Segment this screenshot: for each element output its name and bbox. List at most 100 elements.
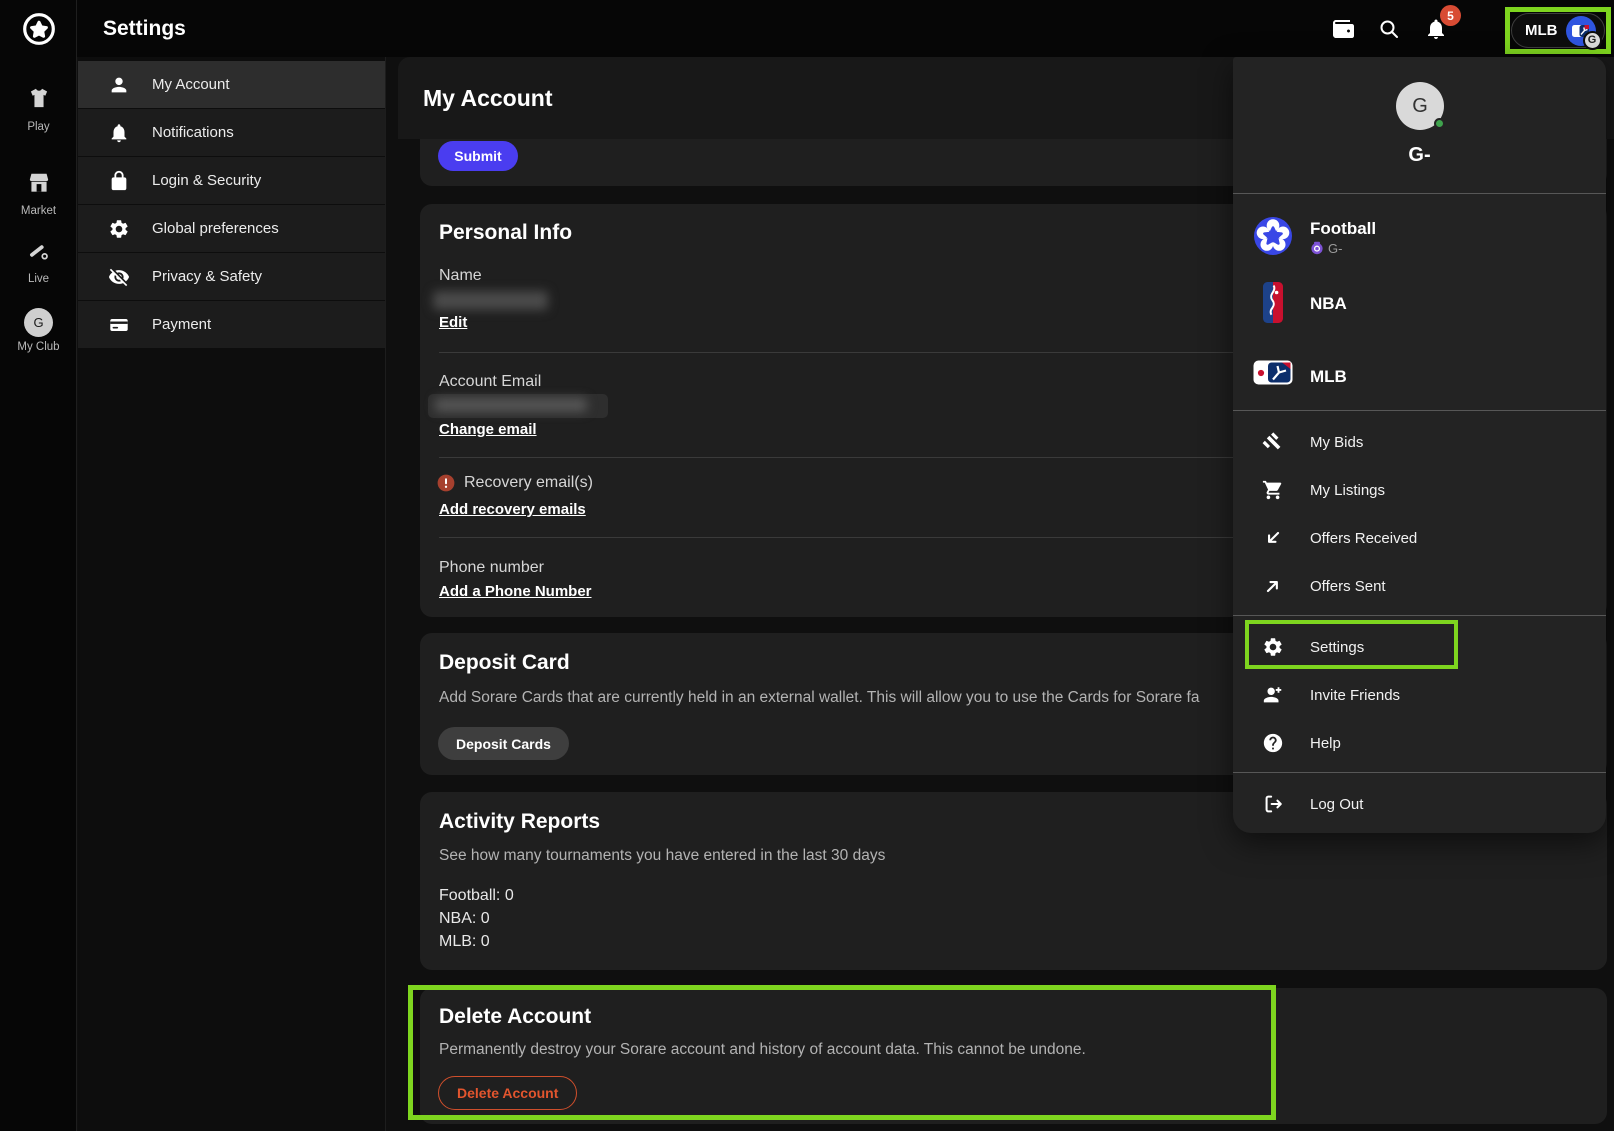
my-listings-label: My Listings (1310, 482, 1385, 499)
redacted-email-value (435, 398, 587, 412)
invite-friends-label: Invite Friends (1310, 687, 1400, 704)
nav-item-notifications[interactable]: Notifications (78, 109, 385, 156)
change-email-link[interactable]: Change email (439, 421, 537, 438)
person-plus-icon (1262, 684, 1284, 706)
club-avatar: G (24, 308, 53, 337)
menu-item-my-bids[interactable]: My Bids (1233, 418, 1606, 466)
my-bids-label: My Bids (1310, 434, 1363, 451)
menu-item-my-listings[interactable]: My Listings (1233, 466, 1606, 514)
activity-row-football: Football: 0 (439, 887, 514, 905)
activity-row-nba: NBA: 0 (439, 910, 490, 928)
deposit-cards-button[interactable]: Deposit Cards (438, 727, 569, 760)
rail-label-play: Play (0, 121, 77, 133)
rail-item-play[interactable]: Play (0, 86, 77, 133)
delete-account-button[interactable]: Delete Account (438, 1076, 577, 1110)
name-label: Name (439, 267, 482, 285)
nav-label: Notifications (152, 124, 234, 141)
nav-item-payment[interactable]: Payment (78, 301, 385, 348)
menu-item-offers-sent[interactable]: Offers Sent (1233, 562, 1606, 610)
search-icon[interactable] (1377, 17, 1401, 41)
account-dropdown-menu: G G- Football G- NBA MLB (1233, 57, 1606, 833)
highlight-box-sport-pill: MLB G (1505, 7, 1611, 54)
mlb-avatar-icon: G (1566, 16, 1596, 46)
menu-item-invite-friends[interactable]: Invite Friends (1233, 671, 1606, 719)
bell-icon (108, 122, 130, 144)
rail-item-my-club[interactable]: G My Club (0, 308, 77, 353)
offers-sent-label: Offers Sent (1310, 578, 1386, 595)
rail-label-live: Live (0, 273, 77, 285)
menu-item-settings[interactable]: Settings (1233, 623, 1606, 671)
nav-item-login-security[interactable]: Login & Security (78, 157, 385, 204)
account-email-label: Account Email (439, 373, 541, 391)
username: G- (1233, 144, 1606, 167)
redacted-email-field (428, 394, 608, 418)
menu-item-mlb[interactable]: MLB (1233, 360, 1606, 408)
nav-label: Privacy & Safety (152, 268, 262, 285)
football-club-icon (1253, 216, 1293, 261)
menu-item-log-out[interactable]: Log Out (1233, 780, 1606, 828)
log-out-label: Log Out (1310, 796, 1363, 813)
nav-label: Payment (152, 316, 211, 333)
lock-icon (108, 170, 130, 192)
left-rail: Play Market Live G My Club (0, 0, 77, 1131)
gear-icon (1262, 636, 1284, 658)
delete-account-card: Delete Account Permanently destroy your … (420, 988, 1607, 1124)
phone-number-label: Phone number (439, 559, 544, 577)
nav-item-my-account[interactable]: My Account (78, 61, 385, 108)
delete-account-title: Delete Account (439, 1005, 591, 1029)
nba-logo-icon (1263, 282, 1283, 328)
nav-label: Global preferences (152, 220, 279, 237)
rail-label-my-club: My Club (0, 341, 77, 353)
gavel-icon (1262, 431, 1284, 453)
nba-label: NBA (1310, 294, 1347, 314)
logout-icon (1262, 793, 1284, 815)
add-recovery-emails-link[interactable]: Add recovery emails (439, 501, 586, 518)
deposit-card-title: Deposit Card (439, 651, 570, 675)
section-title: My Account (423, 57, 553, 139)
menu-item-football[interactable]: Football G- (1233, 216, 1606, 274)
rail-item-market[interactable]: Market (0, 170, 77, 217)
sorare-star-icon (22, 12, 56, 51)
submit-button[interactable]: Submit (438, 141, 518, 171)
menu-item-help[interactable]: Help (1233, 719, 1606, 767)
activity-reports-title: Activity Reports (439, 810, 600, 834)
nav-item-global-preferences[interactable]: Global preferences (78, 205, 385, 252)
help-label: Help (1310, 735, 1341, 752)
eye-off-icon (108, 266, 130, 288)
baseball-bat-icon (26, 238, 52, 269)
club-crest-icon (1310, 241, 1324, 260)
divider (1233, 615, 1606, 616)
sorare-logo[interactable] (0, 12, 77, 51)
settings-label: Settings (1310, 639, 1364, 656)
delete-account-description: Permanently destroy your Sorare account … (439, 1041, 1607, 1059)
add-phone-number-link[interactable]: Add a Phone Number (439, 583, 592, 600)
nav-label: Login & Security (152, 172, 261, 189)
recovery-email-label: Recovery email(s) (464, 474, 593, 492)
sorare-settings-screen: Play Market Live G My Club Settings (0, 0, 1614, 1131)
wallet-icon[interactable] (1331, 17, 1355, 41)
notification-count-badge: 5 (1440, 5, 1461, 26)
person-icon (108, 74, 130, 96)
page-title: Settings (103, 0, 186, 57)
menu-item-offers-received[interactable]: Offers Received (1233, 514, 1606, 562)
menu-item-nba[interactable]: NBA (1233, 282, 1606, 330)
rail-label-market: Market (0, 205, 77, 217)
gear-icon (108, 218, 130, 240)
divider (1233, 772, 1606, 773)
football-club-name: G- (1328, 241, 1342, 256)
top-bar: Settings 5 MLB G (77, 0, 1614, 57)
credit-card-icon (108, 314, 130, 336)
mlb-logo-icon (1253, 360, 1293, 390)
redacted-name-value (433, 291, 548, 310)
edit-name-link[interactable]: Edit (439, 314, 467, 331)
football-label: Football (1310, 219, 1376, 239)
arrow-down-left-icon (1262, 527, 1284, 549)
sport-switcher-pill[interactable]: MLB G (1511, 13, 1605, 48)
rail-item-live[interactable]: Live (0, 238, 77, 285)
settings-nav: My Account Notifications Login & Securit… (78, 57, 386, 1131)
question-circle-icon (1262, 732, 1284, 754)
nav-item-privacy-safety[interactable]: Privacy & Safety (78, 253, 385, 300)
offers-received-label: Offers Received (1310, 530, 1417, 547)
arrow-up-right-icon (1262, 575, 1284, 597)
cart-icon (1262, 479, 1284, 501)
